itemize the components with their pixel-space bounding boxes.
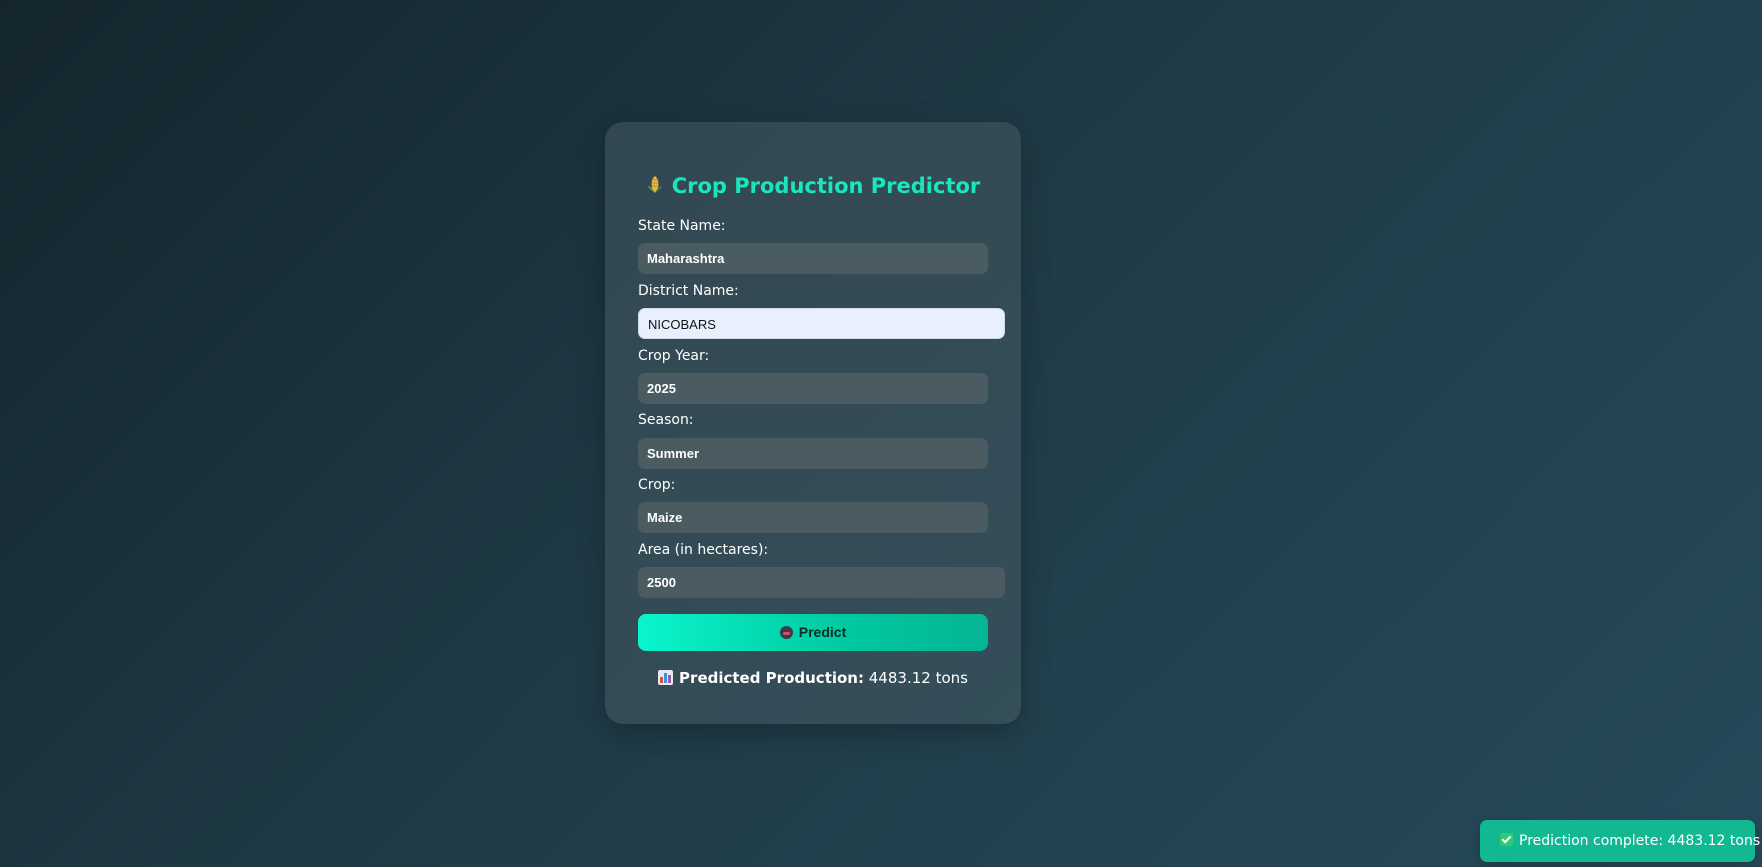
result-value: 4483.12 tons xyxy=(868,669,968,687)
season-label: Season: xyxy=(638,412,694,428)
result-label: Predicted Production: xyxy=(679,669,864,687)
year-label: Crop Year: xyxy=(638,348,710,364)
checkmark-icon xyxy=(1500,833,1513,846)
crop-label: Crop: xyxy=(638,477,676,493)
year-input[interactable]: 2025 xyxy=(638,373,988,404)
title-text: Crop Production Predictor xyxy=(671,174,981,198)
district-input[interactable]: NICOBARS xyxy=(638,308,1005,339)
predictor-card: Crop Production Predictor State Name: Ma… xyxy=(605,122,1021,724)
predict-button-label: Predict xyxy=(798,624,847,640)
season-select[interactable]: Summer xyxy=(638,438,988,469)
toast-message: Prediction complete: 4483.12 tons xyxy=(1519,833,1761,849)
state-select[interactable]: Maharashtra xyxy=(638,243,988,274)
prediction-result: Predicted Production: 4483.12 tons xyxy=(605,669,1021,687)
toast-notification: Prediction complete: 4483.12 tons xyxy=(1480,820,1760,862)
area-label: Area (in hectares): xyxy=(638,542,769,558)
robot-icon xyxy=(779,626,793,639)
page-title: Crop Production Predictor xyxy=(605,174,1021,198)
bar-chart-icon xyxy=(658,670,674,685)
area-input[interactable]: 2500 xyxy=(638,567,1005,598)
corn-icon xyxy=(646,174,664,196)
crop-select[interactable]: Maize xyxy=(638,502,988,533)
predict-button[interactable]: Predict xyxy=(638,614,988,651)
state-label: State Name: xyxy=(638,218,726,234)
district-label: District Name: xyxy=(638,283,739,299)
